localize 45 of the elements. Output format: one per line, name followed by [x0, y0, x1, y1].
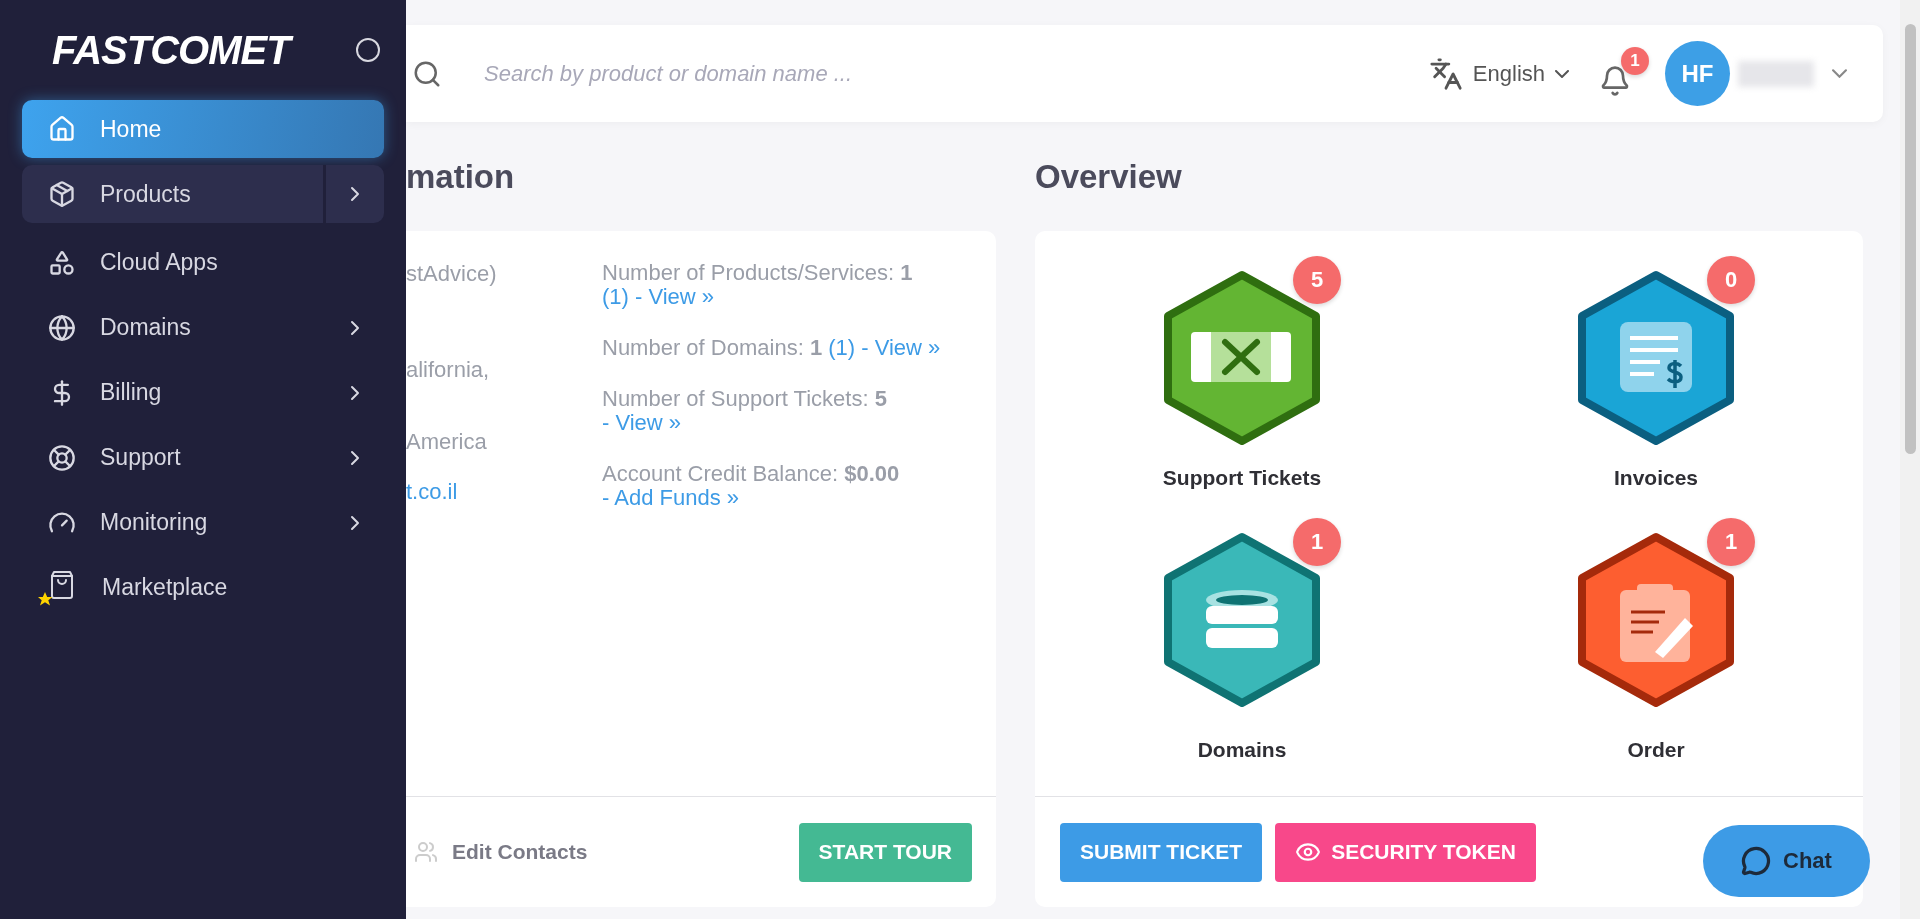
search-field[interactable]: Search by product or domain name ...: [482, 59, 1429, 88]
info-text: America: [406, 429, 488, 453]
edit-contacts-link[interactable]: Edit Contacts: [414, 840, 588, 864]
invoices-hexagon-icon: [1577, 270, 1735, 446]
sidebar-item[interactable]: Billing: [22, 360, 384, 425]
tile-label[interactable]: Support Tickets: [1162, 466, 1322, 490]
sidebar-item[interactable]: Monitoring: [22, 490, 384, 555]
info-text: stAdvice): [406, 261, 498, 285]
stat-text: Number of Domains: 1 (1) - View »: [602, 336, 942, 360]
sidebar-item[interactable]: Marketplace: [22, 555, 384, 620]
stat-text: Account Credit Balance: $0.00 - Add Funds »: [602, 462, 901, 510]
tile-label[interactable]: Invoices: [1613, 466, 1698, 490]
users-icon: [414, 840, 438, 864]
chat-button[interactable]: Chat: [1703, 825, 1870, 897]
chevron-down-icon: [1555, 69, 1569, 78]
notification-badge: 1: [1621, 46, 1649, 75]
bell-icon: [1599, 64, 1631, 97]
tile-label[interactable]: Order: [1627, 738, 1685, 762]
sidebar-item[interactable]: Domains: [22, 295, 384, 360]
stat-text: Number of Products/Services: 1 (1) - View »: [602, 261, 914, 309]
count-badge: 0: [1707, 256, 1755, 304]
home-icon: [48, 115, 76, 143]
apps-icon: [48, 248, 76, 277]
domains-icon: [48, 313, 76, 342]
count-badge: 1: [1707, 518, 1755, 566]
sidebar-item[interactable]: Products: [22, 165, 384, 223]
products-icon: [48, 180, 76, 208]
tile-label[interactable]: Domains: [1197, 738, 1287, 762]
sidebar-toggle[interactable]: [356, 38, 380, 62]
scrollbar[interactable]: [1900, 0, 1920, 919]
count-badge: 1: [1293, 518, 1341, 566]
sidebar-item[interactable]: Cloud Apps: [22, 230, 384, 295]
stat-text: Number of Support Tickets: 5 - View »: [602, 387, 888, 435]
support-icon: [48, 443, 76, 472]
info-text: alifornia,: [406, 357, 491, 381]
order-hexagon-icon: [1577, 532, 1735, 708]
language-selector[interactable]: English: [1472, 60, 1569, 87]
chat-bubble-icon: [1741, 846, 1772, 876]
section-title: Overview: [1035, 157, 1183, 196]
tickets-hexagon-icon: [1163, 270, 1321, 446]
sidebar-item[interactable]: Support: [22, 425, 384, 490]
section-title: mation: [406, 157, 516, 196]
chevron-down-icon[interactable]: [1832, 69, 1847, 78]
count-badge: 5: [1293, 256, 1341, 304]
translate-icon: [1428, 56, 1463, 91]
